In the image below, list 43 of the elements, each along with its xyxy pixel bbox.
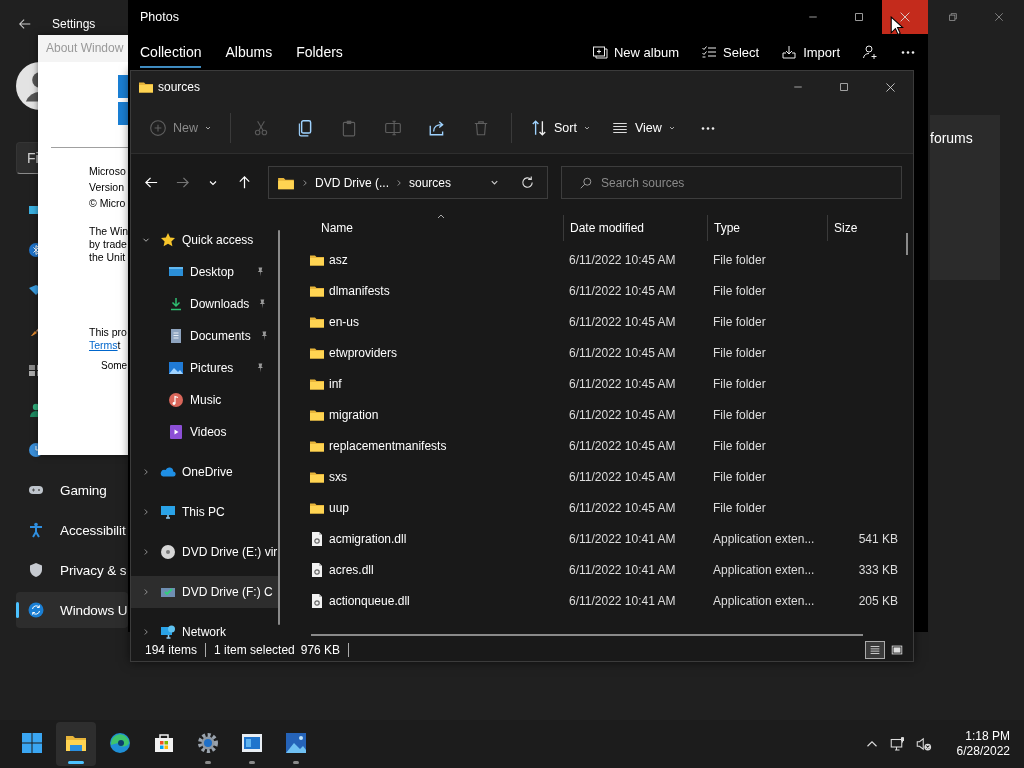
window-title: Settings	[52, 17, 96, 31]
type-cell-text: File folder	[712, 500, 767, 515]
text-line: The Win	[89, 225, 130, 238]
type-cell-text: File folder	[712, 438, 767, 453]
selection-count: 1 item selected	[214, 643, 296, 657]
date-cell-text: 6/11/2022 10:45 AM	[568, 252, 677, 267]
type-cell-text: Application exten...	[712, 593, 816, 608]
date-cell-text: 6/11/2022 10:41 AM	[568, 531, 677, 546]
type-cell-text: File folder	[712, 314, 767, 329]
type-cell-text: Application exten...	[712, 531, 816, 546]
date-cell-text: 6/11/2022 10:41 AM	[568, 593, 677, 608]
text-line: by trade	[89, 238, 128, 251]
size-cell-text: 205 KB	[857, 593, 899, 608]
text-line: This pro	[89, 326, 128, 339]
window-title: Photos	[140, 10, 179, 24]
date-cell-text: 6/11/2022 10:45 AM	[568, 438, 677, 453]
type-cell-text: File folder	[712, 252, 767, 267]
window-title: sources	[158, 80, 202, 94]
type-cell-text: File folder	[712, 345, 767, 360]
date-cell-text: 6/11/2022 10:45 AM	[568, 345, 677, 360]
type-cell-text: File folder	[712, 376, 767, 391]
date-cell-text: 6/11/2022 10:45 AM	[568, 283, 677, 298]
text-line: Some	[101, 360, 129, 371]
selection-size: 976 KB	[300, 643, 350, 657]
item-count: 194 items	[145, 643, 207, 657]
dialog-title: About Window	[38, 35, 130, 62]
text-line: © Micro	[89, 196, 127, 211]
type-cell-text: Application exten...	[712, 562, 816, 577]
date-cell-text: 6/11/2022 10:45 AM	[568, 314, 677, 329]
date-cell-text: 6/11/2022 10:41 AM	[568, 562, 677, 577]
size-cell-text: 541 KB	[857, 531, 899, 546]
text-line: Version	[89, 180, 126, 195]
date-cell-text: 6/11/2022 10:45 AM	[568, 407, 677, 422]
text-line: the Unit	[89, 251, 127, 264]
date-cell-text: 6/11/2022 10:45 AM	[568, 469, 677, 484]
type-cell-text: File folder	[712, 283, 767, 298]
date-cell-text: 6/11/2022 10:45 AM	[568, 500, 677, 515]
date-cell-text: 6/11/2022 10:45 AM	[568, 376, 677, 391]
text-line: Microso	[89, 164, 127, 179]
text-line: t	[117, 339, 121, 351]
type-cell-text: File folder	[712, 407, 767, 422]
type-cell-text: File folder	[712, 469, 767, 484]
size-cell-text: 333 KB	[857, 562, 899, 577]
